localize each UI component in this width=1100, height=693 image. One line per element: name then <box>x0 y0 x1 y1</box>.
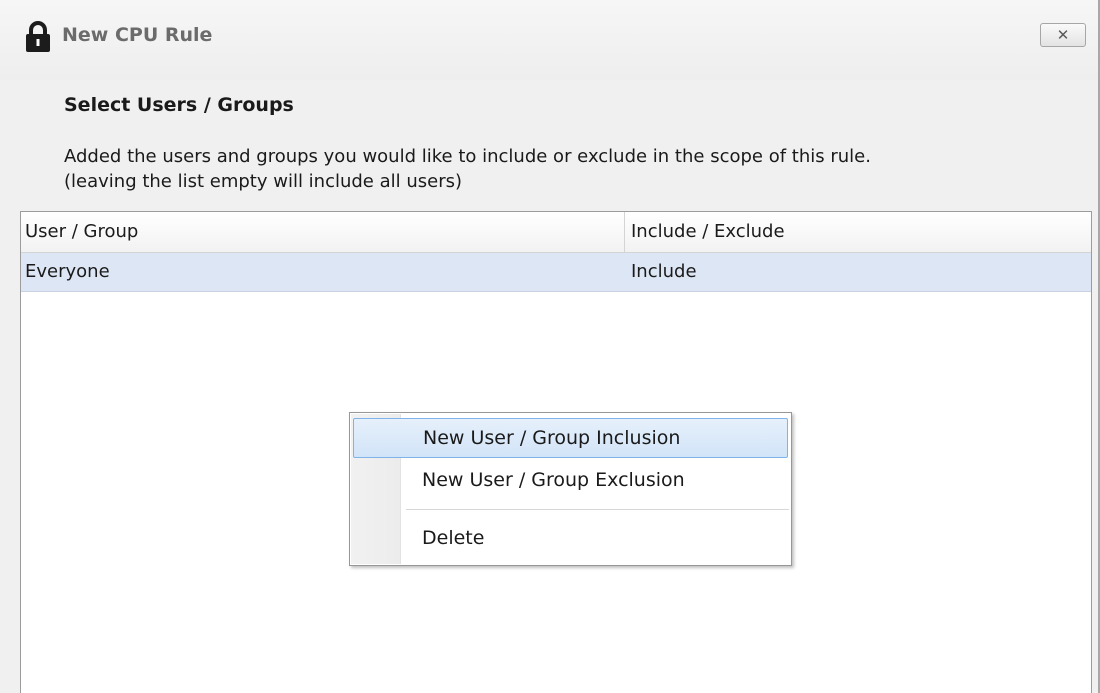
close-button[interactable]: ✕ <box>1040 23 1086 47</box>
menu-item-new-exclusion[interactable]: New User / Group Exclusion <box>353 461 788 501</box>
table-row[interactable]: Everyone Include <box>21 253 1091 292</box>
menu-item-new-inclusion[interactable]: New User / Group Inclusion <box>353 418 788 458</box>
menu-item-label: New User / Group Exclusion <box>422 469 685 491</box>
new-cpu-rule-dialog: New CPU Rule ✕ Select Users / Groups Add… <box>0 0 1100 693</box>
title-bar[interactable]: New CPU Rule ✕ <box>0 0 1098 80</box>
menu-item-delete[interactable]: Delete <box>353 519 788 559</box>
column-header-user-group[interactable]: User / Group <box>21 212 625 252</box>
context-menu: New User / Group Inclusion New User / Gr… <box>349 412 792 566</box>
menu-item-label: Delete <box>422 527 485 549</box>
cell-user-group: Everyone <box>25 261 110 282</box>
menu-item-label: New User / Group Inclusion <box>423 427 681 449</box>
window-title: New CPU Rule <box>62 24 213 46</box>
cell-include-exclude: Include <box>631 261 697 282</box>
description-line-1: Added the users and groups you would lik… <box>64 146 871 167</box>
close-icon: ✕ <box>1056 25 1070 44</box>
lock-icon <box>26 21 50 52</box>
menu-separator <box>406 509 789 510</box>
description-line-2: (leaving the list empty will include all… <box>64 171 463 192</box>
section-heading: Select Users / Groups <box>64 94 294 116</box>
column-header-include-exclude[interactable]: Include / Exclude <box>625 212 1091 252</box>
list-header: User / Group Include / Exclude <box>21 212 1091 253</box>
